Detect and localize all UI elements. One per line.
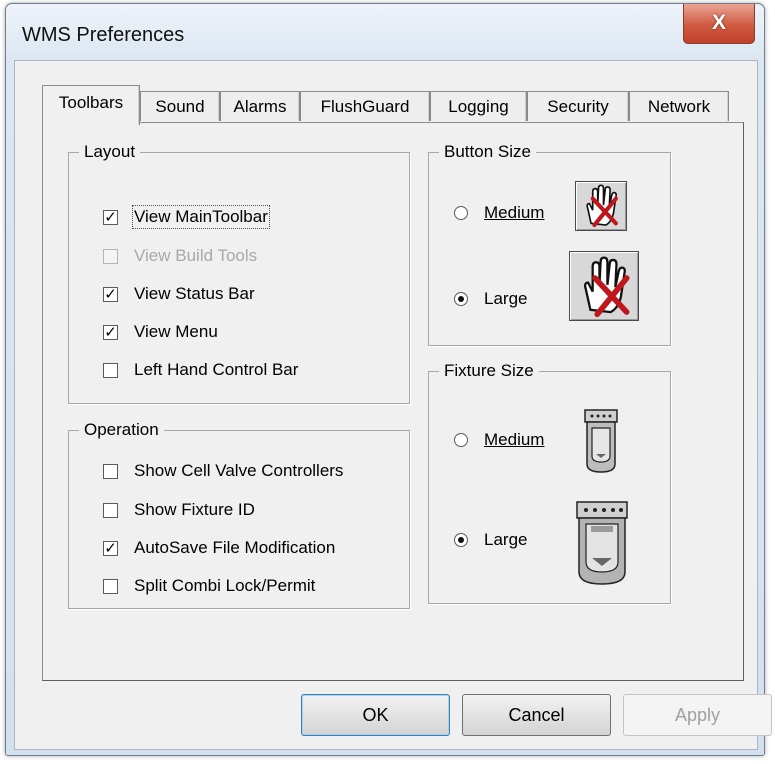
left-hand-control-bar-option[interactable]: Left Hand Control Bar (103, 360, 298, 380)
fixture-size-medium-radio[interactable] (454, 433, 468, 447)
tab-security[interactable]: Security (527, 91, 629, 121)
button-size-large-radio[interactable] (454, 292, 468, 306)
autosave-file-modification-label: AutoSave File Modification (134, 538, 336, 557)
view-main-toolbar-option[interactable]: ✓ View MainToolbar (103, 205, 270, 229)
toolbars-tab-panel: Layout ✓ View MainToolbar View Build Too… (42, 122, 744, 681)
fixture-size-large-radio[interactable] (454, 533, 468, 547)
split-combi-lock-permit-label: Split Combi Lock/Permit (134, 576, 316, 595)
ok-button[interactable]: OK (301, 694, 450, 736)
show-cell-valve-controllers-checkbox[interactable] (103, 463, 118, 479)
left-hand-control-bar-label: Left Hand Control Bar (134, 360, 299, 379)
layout-group: Layout ✓ View MainToolbar View Build Too… (68, 140, 410, 404)
button-size-group: Button Size Medium Large (428, 140, 671, 346)
fixture-size-medium-label: Medium (484, 430, 545, 449)
view-status-bar-option[interactable]: ✓ View Status Bar (103, 284, 255, 304)
operation-group: Operation Show Cell Valve Controllers Sh… (68, 418, 410, 609)
hand-stop-icon (583, 256, 630, 318)
button-size-large-option[interactable]: Large (454, 289, 527, 309)
show-fixture-id-checkbox[interactable] (103, 502, 118, 518)
tab-toolbars[interactable]: Toolbars (42, 85, 140, 125)
large-button-preview (569, 251, 639, 321)
autosave-file-modification-option[interactable]: ✓ AutoSave File Modification (103, 538, 335, 558)
fixture-size-group: Fixture Size Medium Large (428, 359, 671, 604)
button-size-medium-radio[interactable] (454, 206, 468, 220)
split-combi-lock-permit-option[interactable]: Split Combi Lock/Permit (103, 576, 315, 596)
view-menu-option[interactable]: ✓ View Menu (103, 322, 218, 342)
fixture-size-large-label: Large (484, 530, 528, 549)
medium-fixture-preview (583, 408, 619, 479)
view-build-tools-label: View Build Tools (134, 246, 258, 265)
view-build-tools-checkbox (103, 248, 118, 264)
view-menu-checkbox[interactable]: ✓ (103, 324, 118, 340)
fixture-size-medium-option[interactable]: Medium (454, 430, 544, 450)
operation-group-title: Operation (79, 418, 164, 442)
tab-alarms[interactable]: Alarms (220, 91, 300, 121)
view-main-toolbar-label: View MainToolbar (132, 205, 270, 229)
split-combi-lock-permit-checkbox[interactable] (103, 578, 118, 594)
show-cell-valve-controllers-option[interactable]: Show Cell Valve Controllers (103, 461, 343, 481)
tab-sound[interactable]: Sound (140, 91, 220, 121)
view-menu-label: View Menu (134, 322, 218, 341)
fixture-size-group-title: Fixture Size (439, 359, 539, 383)
autosave-file-modification-checkbox[interactable]: ✓ (103, 540, 118, 556)
show-fixture-id-option[interactable]: Show Fixture ID (103, 500, 255, 520)
view-main-toolbar-checkbox[interactable]: ✓ (103, 209, 118, 225)
show-cell-valve-controllers-label: Show Cell Valve Controllers (134, 461, 344, 480)
view-status-bar-checkbox[interactable]: ✓ (103, 286, 118, 302)
button-size-medium-option[interactable]: Medium (454, 203, 544, 223)
tab-logging[interactable]: Logging (430, 91, 527, 121)
tab-network[interactable]: Network (629, 91, 729, 121)
urinal-icon (576, 501, 628, 585)
dialog-client-area: Toolbars Sound Alarms FlushGuard Logging… (14, 60, 772, 750)
button-size-large-label: Large (484, 289, 528, 308)
hand-stop-icon (586, 184, 618, 228)
window-title: WMS Preferences (22, 24, 185, 46)
layout-group-title: Layout (79, 140, 141, 164)
show-fixture-id-label: Show Fixture ID (134, 500, 255, 519)
view-status-bar-label: View Status Bar (134, 284, 255, 303)
apply-button: Apply (623, 694, 772, 736)
close-button[interactable]: X (683, 4, 755, 44)
tab-flushguard[interactable]: FlushGuard (300, 91, 430, 121)
cancel-button[interactable]: Cancel (462, 694, 611, 736)
button-size-group-title: Button Size (439, 140, 536, 164)
dialog-window: WMS Preferences X Toolbars Sound Alarms … (5, 3, 772, 756)
fixture-size-large-option[interactable]: Large (454, 530, 527, 550)
medium-button-preview (575, 181, 627, 231)
left-hand-control-bar-checkbox[interactable] (103, 362, 118, 378)
view-build-tools-option: View Build Tools (103, 246, 257, 266)
large-fixture-preview (575, 500, 629, 591)
button-size-medium-label: Medium (484, 203, 545, 222)
urinal-icon (584, 409, 618, 473)
